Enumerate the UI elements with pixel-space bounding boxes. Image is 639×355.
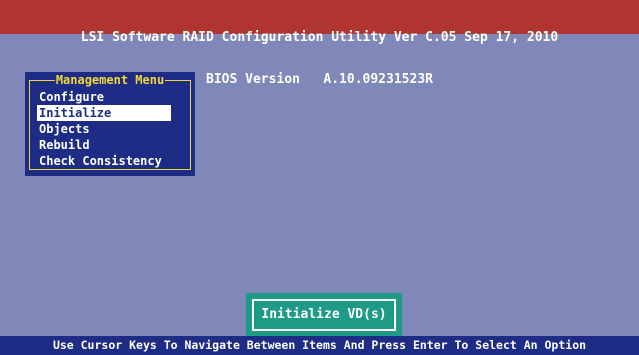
bios-screen: LSI Software RAID Configuration Utility …	[0, 0, 639, 355]
menu-item-configure[interactable]: Configure	[37, 89, 171, 105]
management-menu-frame: Management Menu Configure Initialize Obj…	[29, 73, 191, 170]
menu-item-rebuild[interactable]: Rebuild	[37, 137, 171, 153]
utility-title: LSI Software RAID Configuration Utility …	[80, 30, 559, 45]
menu-item-check-consistency[interactable]: Check Consistency	[37, 153, 171, 169]
menu-item-objects[interactable]: Objects	[37, 121, 171, 137]
management-menu-list: Configure Initialize Objects Rebuild Che…	[37, 89, 171, 169]
status-panel: Initialize VD(s)	[246, 293, 402, 337]
title-bar: LSI Software RAID Configuration Utility …	[0, 0, 639, 87]
help-bar: Use Cursor Keys To Navigate Between Item…	[0, 336, 639, 355]
management-menu-title: Management Menu	[54, 73, 166, 87]
menu-item-initialize[interactable]: Initialize	[37, 105, 171, 121]
management-menu: Management Menu Configure Initialize Obj…	[25, 72, 195, 176]
status-label: Initialize VD(s)	[252, 299, 396, 331]
